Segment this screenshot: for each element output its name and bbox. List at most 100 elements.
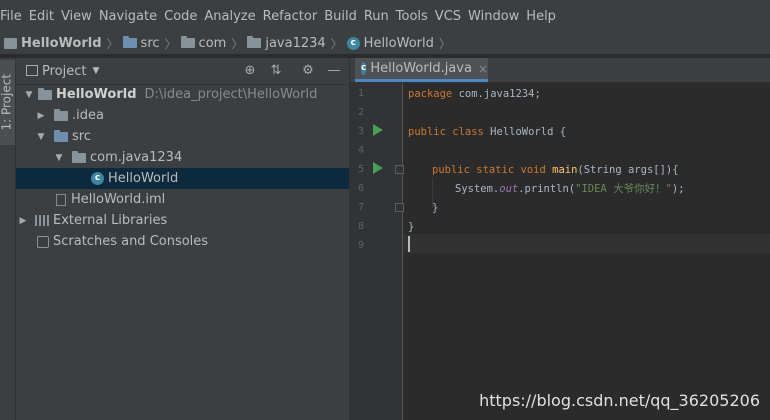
- project-panel-header: Project ▼ ⊕ ⇅ ⚙ —: [16, 58, 349, 85]
- gear-icon[interactable]: ⚙: [300, 63, 316, 79]
- watermark: https://blog.csdn.net/qq_36205206: [479, 391, 760, 410]
- package-icon: [180, 36, 195, 48]
- chevron-right-icon: 〉: [231, 36, 244, 51]
- tree-item-idea[interactable]: ▶ .idea: [16, 105, 349, 126]
- tree-item-helloworld-class[interactable]: c HelloWorld: [16, 168, 349, 189]
- chevron-right-icon: 〉: [164, 36, 177, 51]
- tree-item-project[interactable]: ▼ HelloWorld D:\idea_project\HelloWorld: [16, 84, 349, 105]
- code-line-5: public static void main(String args[]){: [432, 161, 679, 180]
- current-line-highlight: [403, 234, 770, 253]
- code-token: (String args[]){: [577, 164, 679, 176]
- code-line-7: }: [432, 202, 439, 214]
- line-number: 6: [357, 183, 364, 194]
- code-line-1: package com.java1234;: [408, 85, 541, 104]
- tree-item-label: Scratches and Consoles: [53, 234, 209, 249]
- code-token: "IDEA 大爷你好！": [575, 183, 672, 195]
- code-token: HelloWorld {: [483, 126, 567, 138]
- tree-item-iml[interactable]: HelloWorld.iml: [16, 189, 349, 210]
- line-number: 5: [357, 164, 364, 175]
- project-view-icon: [26, 65, 38, 76]
- menu-file[interactable]: File: [0, 9, 29, 24]
- expand-arrow-icon[interactable]: ▼: [36, 132, 46, 142]
- run-main-icon[interactable]: [373, 162, 383, 174]
- line-number: 8: [357, 221, 364, 232]
- tree-item-label: src: [72, 129, 91, 144]
- line-number: 1: [357, 88, 364, 99]
- breadcrumb-label: HelloWorld: [363, 35, 434, 51]
- expand-arrow-icon[interactable]: ▼: [24, 90, 34, 100]
- breadcrumb-src[interactable]: src: [122, 35, 160, 51]
- code-line-6: System.out.println("IDEA 大爷你好！");: [455, 180, 685, 199]
- java-class-icon: c: [361, 62, 367, 75]
- code-token: public class: [408, 126, 484, 138]
- project-panel-title[interactable]: Project: [42, 64, 86, 79]
- run-class-icon[interactable]: [373, 124, 383, 136]
- menu-analyze[interactable]: Analyze: [204, 9, 262, 24]
- java-class-icon: c: [91, 172, 104, 185]
- line-number: 7: [357, 202, 364, 213]
- scratches-icon: [37, 235, 49, 248]
- menu-edit[interactable]: Edit: [29, 9, 61, 24]
- breadcrumb-label: java1234: [265, 35, 326, 51]
- chevron-right-icon: 〉: [106, 36, 119, 51]
- tree-item-label: HelloWorld: [108, 171, 179, 186]
- code-line-3: public class HelloWorld {: [408, 123, 566, 142]
- line-number: 3: [357, 126, 364, 137]
- source-folder-icon: [54, 129, 68, 142]
- project-folder-icon: [38, 87, 52, 100]
- menu-window[interactable]: Window: [468, 9, 526, 24]
- locate-icon[interactable]: ⊕: [242, 63, 258, 79]
- folder-icon: [54, 108, 68, 121]
- close-icon[interactable]: ×: [478, 62, 488, 76]
- chevron-right-icon: 〉: [330, 36, 343, 51]
- line-number: 9: [357, 240, 364, 251]
- breadcrumb-project[interactable]: HelloWorld: [0, 36, 102, 51]
- breadcrumb-com[interactable]: com: [180, 36, 226, 51]
- project-tool-window-label[interactable]: 1: Project: [0, 53, 15, 131]
- tree-item-label: com.java1234: [90, 150, 183, 165]
- menu-build[interactable]: Build: [324, 9, 364, 24]
- editor-tab-bar: c HelloWorld.java ×: [350, 58, 770, 83]
- text-caret: [408, 236, 410, 252]
- menu-tools[interactable]: Tools: [396, 9, 435, 24]
- tree-item-label: .idea: [72, 108, 104, 123]
- code-line-8: }: [408, 221, 415, 233]
- expand-arrow-icon[interactable]: ▶: [18, 216, 28, 226]
- folder-icon: [122, 36, 137, 48]
- tree-item-scratches[interactable]: Scratches and Consoles: [16, 231, 349, 252]
- code-token: main: [545, 164, 578, 176]
- menu-code[interactable]: Code: [164, 9, 204, 24]
- menu-run[interactable]: Run: [364, 9, 396, 24]
- library-icon: [35, 215, 49, 226]
- menu-help[interactable]: Help: [526, 9, 563, 24]
- code-editor[interactable]: package com.java1234; public class Hello…: [403, 83, 770, 420]
- chevron-down-icon[interactable]: ▼: [92, 66, 99, 76]
- tree-item-src[interactable]: ▼ src: [16, 126, 349, 147]
- hide-icon[interactable]: —: [326, 63, 342, 79]
- menu-navigate[interactable]: Navigate: [99, 9, 164, 24]
- tree-item-external-libraries[interactable]: ▶ External Libraries: [16, 210, 349, 231]
- editor-tab-label: HelloWorld.java: [370, 61, 472, 76]
- breadcrumb-label: src: [140, 35, 160, 51]
- breadcrumb-java1234[interactable]: java1234: [247, 35, 326, 51]
- editor-tab-helloworld[interactable]: c HelloWorld.java ×: [355, 58, 488, 82]
- breadcrumb-class[interactable]: c HelloWorld: [346, 35, 434, 51]
- menu-view[interactable]: View: [61, 9, 99, 24]
- line-number: 4: [357, 145, 364, 156]
- code-token: out: [499, 183, 519, 195]
- project-icon: [4, 37, 17, 49]
- expand-arrow-icon[interactable]: ▶: [36, 111, 46, 121]
- expand-arrow-icon[interactable]: ▼: [54, 153, 64, 163]
- menu-refactor[interactable]: Refactor: [263, 9, 325, 24]
- iml-file-icon: [56, 193, 66, 206]
- package-icon: [247, 36, 262, 48]
- java-class-icon: c: [346, 36, 360, 50]
- code-token: public static void: [432, 164, 546, 176]
- menu-vcs[interactable]: VCS: [435, 9, 468, 24]
- collapse-all-icon[interactable]: ⇅: [268, 63, 284, 79]
- chevron-right-icon: 〉: [438, 36, 451, 51]
- breadcrumb-label: HelloWorld: [21, 35, 102, 51]
- tree-item-label: HelloWorld.iml: [71, 192, 166, 207]
- tree-item-package[interactable]: ▼ com.java1234: [16, 147, 349, 168]
- package-icon: [72, 150, 86, 163]
